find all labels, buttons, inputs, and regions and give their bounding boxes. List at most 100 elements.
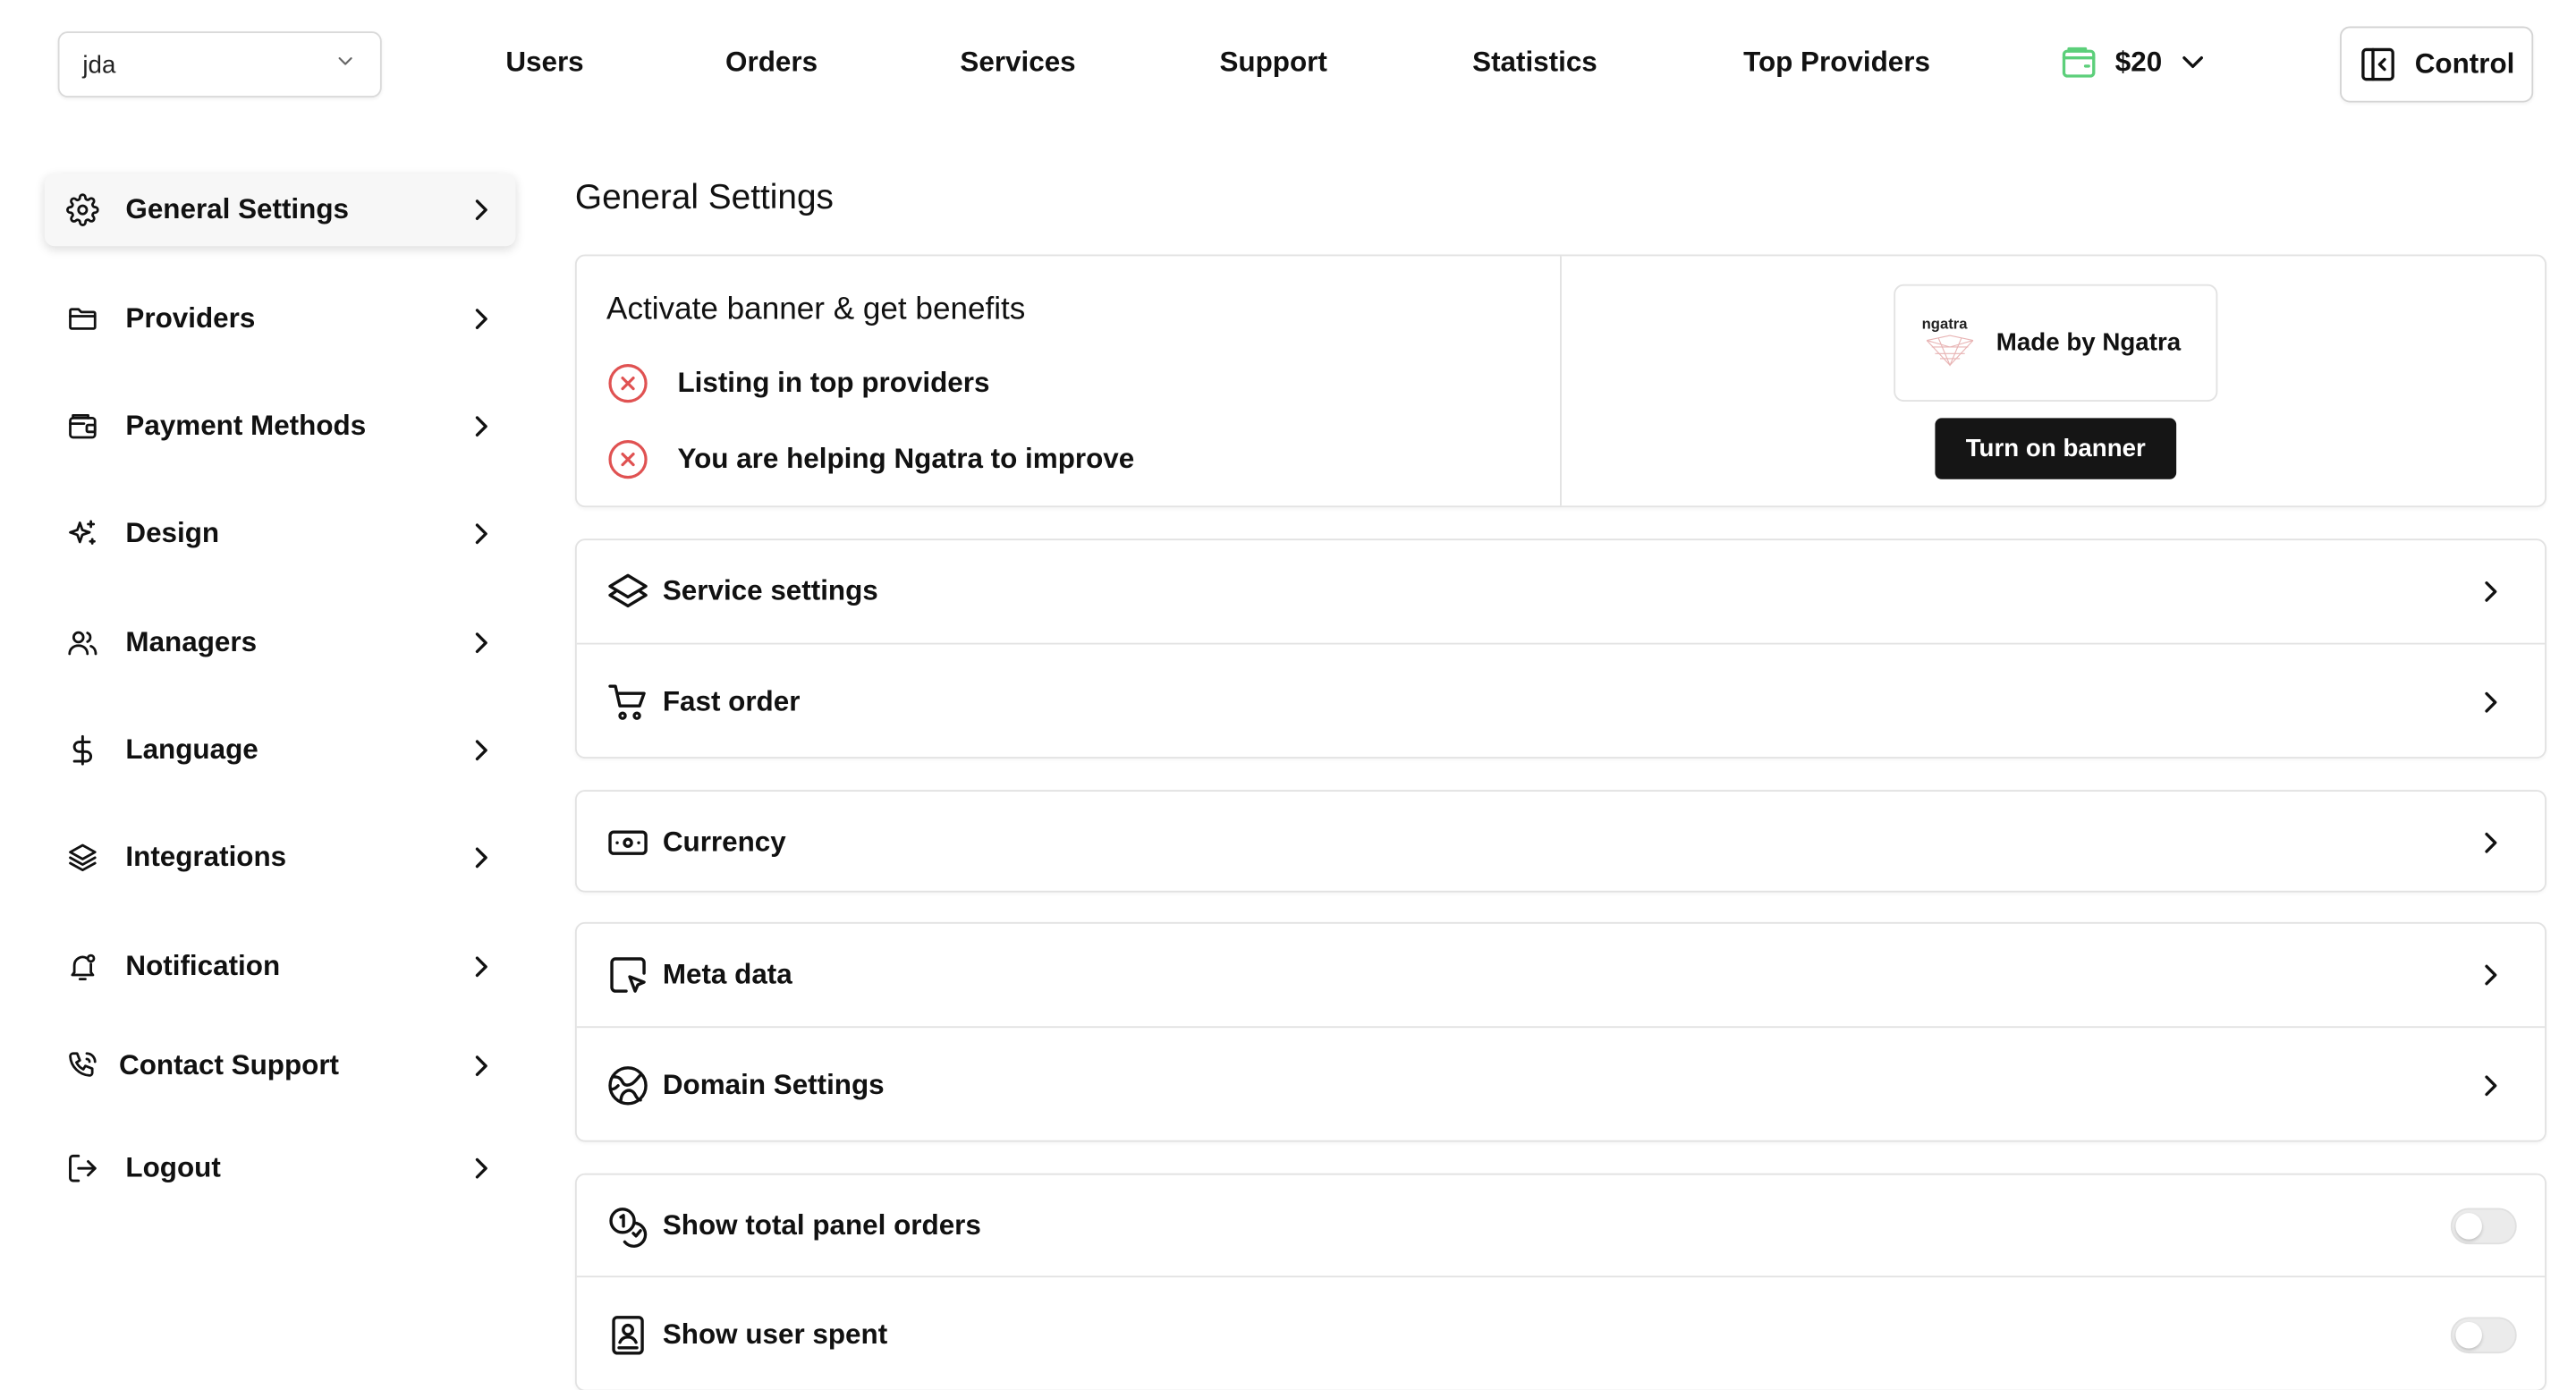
benefit-item: Listing in top providers xyxy=(606,362,1530,405)
logo-text: ngatra xyxy=(1921,314,1968,332)
control-button[interactable]: Control xyxy=(2340,26,2534,103)
layers-icon xyxy=(64,840,101,877)
banner-title: Activate banner & get benefits xyxy=(606,292,1026,327)
benefit-text: Listing in top providers xyxy=(677,367,990,399)
chevron-right-icon xyxy=(2476,1071,2515,1100)
sparkles-icon xyxy=(64,515,101,552)
sidebar-item-contact-support[interactable]: Contact Support xyxy=(45,1030,516,1102)
sidebar-item-managers[interactable]: Managers xyxy=(45,606,516,679)
chevron-right-icon xyxy=(466,195,496,225)
chevron-right-icon xyxy=(466,843,496,872)
chevron-right-icon xyxy=(2476,688,2515,717)
chevron-right-icon xyxy=(2476,577,2515,606)
panel-select-value: jda xyxy=(82,50,116,79)
chevron-right-icon xyxy=(466,1154,496,1183)
row-show-user-spent: Show user spent xyxy=(577,1277,2545,1390)
sidebar-item-payment-methods[interactable]: Payment Methods xyxy=(45,390,516,462)
benefit-text: You are helping Ngatra to improve xyxy=(677,443,1135,475)
chevron-right-icon xyxy=(466,519,496,548)
coins-icon xyxy=(606,1204,649,1247)
chevron-right-icon xyxy=(2476,828,2515,858)
nav-top-providers[interactable]: Top Providers xyxy=(1743,47,1930,80)
chevron-right-icon xyxy=(2476,960,2515,989)
chevron-right-icon xyxy=(466,735,496,765)
nav-statistics[interactable]: Statistics xyxy=(1472,47,1597,80)
benefit-item: You are helping Ngatra to improve xyxy=(606,438,1530,481)
sidebar-item-notification[interactable]: Notification xyxy=(45,930,516,1003)
sidebar-item-label: Integrations xyxy=(125,841,287,873)
sidebar-item-label: Payment Methods xyxy=(125,410,367,442)
sidebar-item-providers[interactable]: Providers xyxy=(45,283,516,355)
chevron-right-icon xyxy=(466,952,496,981)
settings-card-currency: Currency xyxy=(574,790,2546,894)
row-label: Service settings xyxy=(662,574,878,607)
banner-card: Activate banner & get benefits Listing i… xyxy=(574,254,2546,508)
balance-dropdown[interactable]: $20 xyxy=(2059,43,2208,82)
settings-card-visibility: Show total panel orders Show user spent xyxy=(574,1173,2546,1390)
chevron-right-icon xyxy=(466,628,496,657)
nav-support[interactable]: Support xyxy=(1219,47,1326,80)
row-service-settings[interactable]: Service settings xyxy=(577,540,2545,643)
sidebar-item-label: Language xyxy=(125,733,258,766)
nav-orders[interactable]: Orders xyxy=(725,47,818,80)
row-domain-settings[interactable]: Domain Settings xyxy=(577,1028,2545,1143)
ngatra-logo: ngatra xyxy=(1922,311,1979,374)
folder-icon xyxy=(64,301,101,337)
chevron-right-icon xyxy=(466,304,496,334)
sidebar-item-general-settings[interactable]: General Settings xyxy=(44,173,516,247)
contact-book-icon xyxy=(606,1314,649,1357)
nav-services[interactable]: Services xyxy=(960,47,1075,80)
toggle-show-total-panel-orders[interactable] xyxy=(2450,1207,2517,1244)
row-label: Currency xyxy=(662,826,786,858)
sidebar-item-language[interactable]: Language xyxy=(45,714,516,786)
row-meta-data[interactable]: Meta data xyxy=(577,924,2545,1027)
row-currency[interactable]: Currency xyxy=(577,792,2545,894)
banner-benefits: Activate banner & get benefits Listing i… xyxy=(577,256,1562,506)
sidebar-item-integrations[interactable]: Integrations xyxy=(45,821,516,894)
cart-icon xyxy=(606,681,649,724)
users-icon xyxy=(64,624,101,661)
row-label: Show total panel orders xyxy=(662,1208,981,1241)
row-label: Meta data xyxy=(662,958,792,990)
sidebar-item-design[interactable]: Design xyxy=(45,497,516,570)
settings-card-services: Service settings Fast order xyxy=(574,538,2546,760)
chevron-right-icon xyxy=(466,1051,496,1081)
toggle-knob xyxy=(2455,1212,2482,1239)
banner-preview: ngatra Made by Ngatra xyxy=(1894,284,2218,402)
banknote-icon xyxy=(606,821,649,864)
row-label: Show user spent xyxy=(662,1318,888,1351)
sidebar-item-label: Contact Support xyxy=(119,1049,340,1081)
sidebar-item-label: General Settings xyxy=(125,193,350,225)
chevron-down-icon xyxy=(2179,48,2208,78)
sidebar-item-label: Providers xyxy=(125,302,256,335)
toggle-knob xyxy=(2455,1322,2482,1349)
row-fast-order[interactable]: Fast order xyxy=(577,645,2545,760)
dollar-icon xyxy=(64,732,101,768)
settings-card-meta: Meta data Domain Settings xyxy=(574,921,2546,1143)
sidebar-item-label: Managers xyxy=(125,626,258,658)
sidebar-item-label: Notification xyxy=(125,950,281,982)
cursor-square-icon xyxy=(606,954,649,996)
panel-select[interactable]: jda xyxy=(57,31,382,98)
control-label: Control xyxy=(2414,47,2515,80)
x-circle-icon xyxy=(606,362,649,405)
logo-mesh-icon xyxy=(1926,334,1974,366)
logout-icon xyxy=(64,1150,101,1187)
nav-users[interactable]: Users xyxy=(505,47,583,80)
chevron-right-icon xyxy=(466,411,496,441)
page-title: General Settings xyxy=(574,178,834,217)
row-label: Domain Settings xyxy=(662,1069,885,1101)
turn-on-banner-button[interactable]: Turn on banner xyxy=(1935,418,2177,479)
sidebar-item-label: Design xyxy=(125,517,220,549)
sidebar-collapse-icon xyxy=(2359,45,2398,84)
wallet-icon xyxy=(2059,43,2098,82)
phone-icon xyxy=(64,1047,101,1084)
gear-icon xyxy=(64,191,101,228)
chevron-down-icon xyxy=(334,49,357,79)
wallet-icon xyxy=(64,408,101,445)
preview-text: Made by Ngatra xyxy=(1996,328,2182,358)
sidebar-item-logout[interactable]: Logout xyxy=(45,1132,516,1205)
row-label: Fast order xyxy=(662,685,801,717)
toggle-show-user-spent[interactable] xyxy=(2450,1317,2517,1354)
balance-amount: $20 xyxy=(2114,46,2163,78)
